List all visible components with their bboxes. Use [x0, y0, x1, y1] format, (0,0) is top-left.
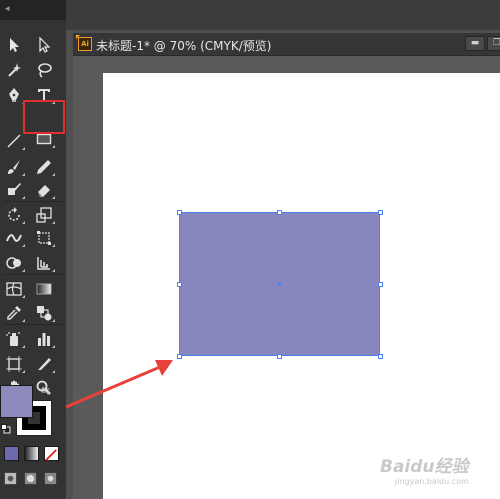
width-tool[interactable] [2, 227, 26, 249]
lasso-tool[interactable] [32, 59, 56, 81]
selection-arrow-icon [10, 38, 19, 52]
perspective-grid-tool[interactable] [32, 252, 56, 274]
draw-normal-button[interactable] [2, 470, 18, 486]
blob-brush-tool[interactable] [2, 179, 26, 201]
selection-handle-top-right[interactable] [378, 210, 383, 215]
default-colors-icon[interactable] [1, 424, 11, 434]
blend-tool[interactable] [32, 302, 56, 324]
selection-handle-top-middle[interactable] [277, 210, 282, 215]
free-transform-icon [37, 231, 51, 245]
tool-separator [4, 324, 62, 325]
none-mode-button[interactable] [44, 446, 59, 461]
shape-builder-icon [6, 257, 21, 269]
tool-separator [4, 201, 62, 202]
lasso-icon [38, 63, 52, 78]
fill-color-swatch[interactable] [0, 385, 33, 418]
rotate-tool[interactable] [2, 204, 26, 226]
perspective-grid-icon [37, 257, 50, 270]
selection-tool[interactable] [2, 34, 26, 56]
rectangle-tool-highlight [23, 100, 65, 134]
document-title: 未标题-1* @ 70% (CMYK/预览) [96, 39, 272, 53]
eraser-icon [38, 185, 50, 197]
magic-wand-icon [8, 63, 21, 77]
free-transform-tool[interactable] [32, 227, 56, 249]
mesh-tool[interactable] [2, 278, 26, 300]
color-mode-button[interactable] [4, 446, 19, 461]
document-tab[interactable]: Ai 未标题-1* @ 70% (CMYK/预览) ▬ ❐ [73, 33, 500, 56]
artboard-tool[interactable] [2, 353, 26, 375]
selection-handle-bottom-right[interactable] [378, 354, 383, 359]
selection-handle-middle-left[interactable] [177, 282, 182, 287]
tool-separator [4, 274, 62, 275]
symbol-sprayer-tool[interactable] [2, 328, 26, 350]
eyedropper-tool[interactable] [2, 302, 26, 324]
column-graph-icon [38, 333, 50, 346]
blend-icon [37, 306, 52, 321]
minimize-button[interactable]: ▬ [465, 36, 485, 51]
swap-colors-icon[interactable]: ⇆ [41, 384, 50, 397]
baidu-watermark: Baidu经验 [380, 457, 469, 477]
artboard-icon [6, 356, 22, 372]
line-segment-icon [7, 134, 21, 148]
baidu-watermark-url: jingyan.baidu.com [395, 477, 469, 486]
slice-knife-icon [38, 358, 51, 370]
restore-button[interactable]: ❐ [487, 36, 500, 51]
selection-handle-top-left[interactable] [177, 210, 182, 215]
gradient-tool[interactable] [32, 278, 56, 300]
scale-icon [36, 207, 52, 223]
pen-nib-icon [9, 88, 19, 102]
rotate-icon [8, 207, 20, 221]
pencil-icon [37, 160, 51, 174]
slice-tool[interactable] [32, 353, 56, 375]
control-bar-area [66, 0, 500, 30]
eyedropper-icon [7, 306, 21, 320]
shape-builder-tool[interactable] [2, 252, 26, 274]
column-graph-tool[interactable] [32, 328, 56, 350]
draw-behind-button[interactable] [22, 470, 38, 486]
paintbrush-tool[interactable] [2, 156, 26, 178]
none-slash-icon [45, 449, 57, 461]
tools-panel-header[interactable]: ◂ [0, 0, 66, 21]
selection-center-point [278, 283, 281, 286]
blob-brush-icon [8, 183, 21, 195]
draw-normal-icon [4, 472, 16, 484]
draw-inside-icon [44, 472, 56, 484]
magic-wand-tool[interactable] [2, 59, 26, 81]
scale-tool[interactable] [32, 204, 56, 226]
eraser-tool[interactable] [32, 179, 56, 201]
direct-selection-tool[interactable] [32, 34, 56, 56]
selection-handle-middle-right[interactable] [378, 282, 383, 287]
ai-file-icon: Ai [76, 35, 92, 51]
gradient-mode-button[interactable] [24, 446, 39, 461]
selection-handle-bottom-left[interactable] [177, 354, 182, 359]
mesh-icon [6, 282, 22, 296]
tools-panel: ◂ ⇆ [0, 0, 67, 499]
draw-inside-button[interactable] [42, 470, 58, 486]
draw-behind-icon [24, 472, 36, 484]
pencil-tool[interactable] [32, 156, 56, 178]
collapse-panel-icon[interactable]: ◂ [5, 4, 10, 14]
width-icon [6, 234, 22, 242]
selection-handle-bottom-middle[interactable] [277, 354, 282, 359]
symbol-sprayer-icon [6, 332, 20, 346]
direct-selection-arrow-icon [39, 36, 51, 53]
gradient-icon [36, 283, 52, 295]
paintbrush-icon [8, 160, 20, 174]
